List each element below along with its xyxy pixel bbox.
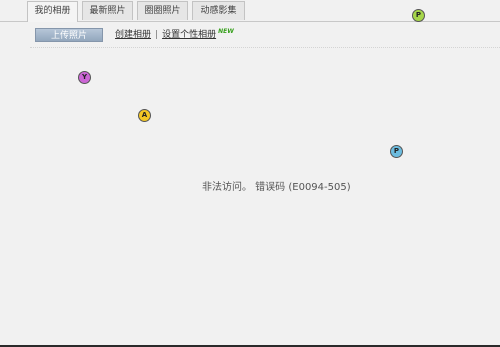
tab-my-albums[interactable]: 我的相册 (27, 1, 78, 22)
album-tab-bar: 我的相册 最新照片 圈圈照片 动感影集 (0, 0, 500, 22)
create-album-link[interactable]: 创建相册 (115, 30, 151, 40)
error-message: 非法访问。 错误码 (E0094-505) (202, 182, 351, 193)
p-marker-icon[interactable]: P (412, 9, 425, 22)
divider (30, 47, 500, 48)
p-marker-icon[interactable]: P (390, 145, 403, 158)
album-actions: 创建相册 | 设置个性相册 NEW (115, 28, 234, 42)
new-badge: NEW (218, 28, 234, 35)
link-separator: | (155, 30, 159, 40)
a-marker-icon[interactable]: A (138, 109, 151, 122)
personalize-album-link[interactable]: 设置个性相册 (162, 30, 216, 40)
tab-circle-photos[interactable]: 圈圈照片 (137, 1, 188, 20)
tab-latest-photos[interactable]: 最新照片 (82, 1, 133, 20)
tab-dynamic-albums[interactable]: 动感影集 (192, 1, 245, 20)
y-marker-icon[interactable]: Y (78, 71, 91, 84)
upload-photos-button[interactable]: 上传照片 (35, 28, 103, 42)
